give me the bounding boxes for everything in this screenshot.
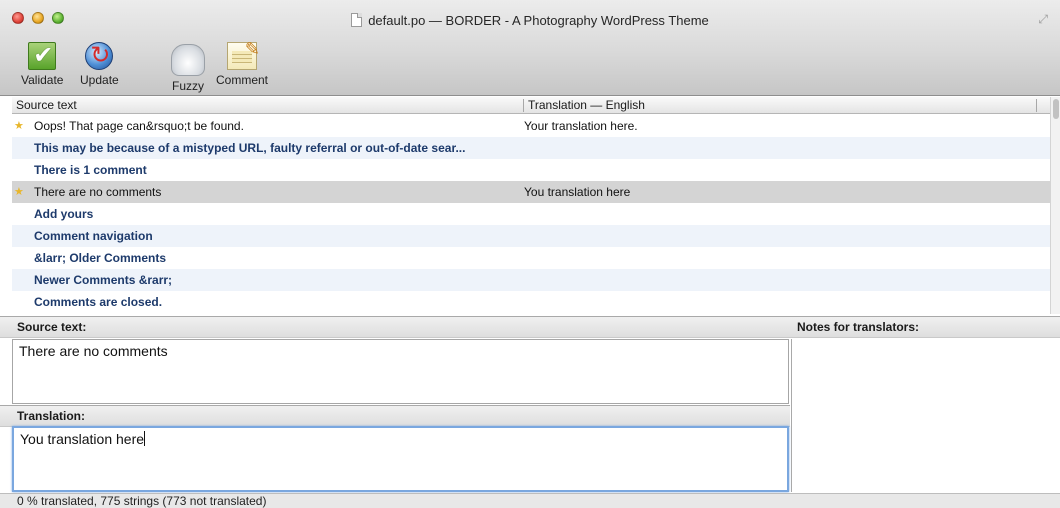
row-source-text: This may be because of a mistyped URL, f… — [34, 141, 466, 155]
string-list: ★ Oops! That page can&rsquo;t be found. … — [12, 115, 1050, 314]
row-source-text: There are no comments — [34, 185, 162, 199]
table-row[interactable]: This may be because of a mistyped URL, f… — [12, 137, 1050, 159]
comment-notepad-icon — [227, 39, 260, 70]
notes-for-translators-view — [791, 339, 1060, 492]
table-row[interactable]: Newer Comments &rarr; — [12, 269, 1050, 291]
table-row[interactable]: There is 1 comment — [12, 159, 1050, 181]
table-row[interactable]: Comments are closed. — [12, 291, 1050, 313]
notes-label: Notes for translators: — [797, 320, 920, 334]
column-header-source[interactable]: Source text — [16, 98, 77, 112]
column-header-translation[interactable]: Translation — English — [528, 98, 645, 112]
document-icon — [351, 13, 363, 27]
status-bar: 0 % translated, 775 strings (773 not tra… — [0, 493, 1060, 508]
row-translation-text: Your translation here. — [524, 119, 638, 133]
list-scrollbar-thumb[interactable] — [1053, 99, 1059, 119]
translation-field-value: You translation here — [20, 431, 145, 447]
column-divider-end[interactable] — [1036, 99, 1037, 112]
window-title: default.po — BORDER - A Photography Word… — [368, 13, 709, 28]
source-text-view: There are no comments — [12, 339, 789, 404]
update-button[interactable]: Update — [80, 40, 119, 87]
fuzzy-button-label: Fuzzy — [171, 79, 204, 93]
text-caret — [144, 431, 146, 446]
comment-button-label: Comment — [216, 73, 269, 87]
fuzzy-button[interactable]: Fuzzy — [171, 40, 205, 93]
update-button-label: Update — [80, 73, 119, 87]
row-translation-text: You translation here — [524, 185, 631, 199]
row-source-text: Add yours — [34, 207, 94, 221]
list-scrollbar[interactable] — [1050, 97, 1060, 314]
source-text-label: Source text: — [17, 320, 87, 334]
window-title-container: default.po — BORDER - A Photography Word… — [0, 13, 1060, 28]
table-row[interactable]: Add yours — [12, 203, 1050, 225]
column-divider[interactable] — [523, 99, 524, 112]
table-row[interactable]: ★ Oops! That page can&rsquo;t be found. … — [12, 115, 1050, 137]
translation-header-bar — [0, 405, 790, 427]
translation-field[interactable]: You translation here — [12, 426, 789, 492]
validate-checkmark-icon — [28, 41, 57, 70]
row-source-text: Comment navigation — [34, 229, 153, 243]
update-globe-icon — [85, 41, 114, 70]
window-toolbar: default.po — BORDER - A Photography Word… — [0, 0, 1060, 96]
table-row[interactable]: Comment navigation — [12, 225, 1050, 247]
star-icon: ★ — [14, 185, 24, 198]
row-source-text: Newer Comments &rarr; — [34, 273, 173, 287]
fullscreen-icon[interactable]: ⤢ — [1038, 12, 1048, 27]
table-row-selected[interactable]: ★ There are no comments You translation … — [12, 181, 1050, 203]
row-source-text: Comments are closed. — [34, 295, 163, 309]
validate-button-label: Validate — [21, 73, 64, 87]
row-source-text: Oops! That page can&rsquo;t be found. — [34, 119, 244, 133]
comment-button[interactable]: Comment — [216, 39, 269, 87]
translation-label: Translation: — [17, 409, 86, 423]
row-source-text: There is 1 comment — [34, 163, 147, 177]
status-text: 0 % translated, 775 strings (773 not tra… — [17, 494, 267, 508]
fuzzy-cloud-icon — [171, 44, 205, 76]
row-source-text: &larr; Older Comments — [34, 251, 167, 265]
validate-button[interactable]: Validate — [21, 40, 63, 87]
star-icon: ★ — [14, 119, 24, 132]
string-list-header: Source text Translation — English — [12, 97, 1050, 114]
table-row[interactable]: &larr; Older Comments — [12, 247, 1050, 269]
